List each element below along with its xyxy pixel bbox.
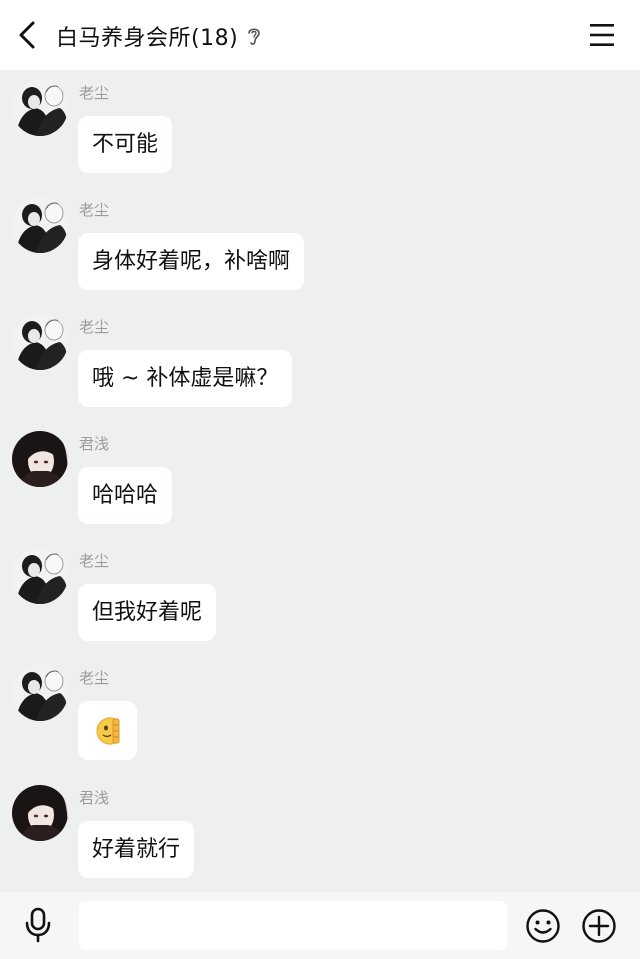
sender-name: 老尘: [79, 318, 110, 336]
message-bubble[interactable]: 好着就行: [78, 821, 195, 878]
ear-icon: [246, 25, 262, 47]
message-bubble[interactable]: 但我好着呢: [78, 584, 217, 641]
sender-name: 君浅: [79, 789, 110, 807]
message-bubble[interactable]: 不可能: [78, 116, 173, 173]
voice-button[interactable]: [22, 907, 54, 943]
sender-name: 君浅: [79, 435, 110, 453]
avatar[interactable]: [12, 80, 68, 136]
sender-name: 老尘: [79, 669, 110, 687]
avatar[interactable]: [12, 197, 68, 253]
avatar[interactable]: [12, 548, 68, 604]
sender-name: 老尘: [79, 84, 110, 102]
plus-circle-icon: [582, 909, 616, 943]
more-button[interactable]: [581, 908, 617, 944]
message-bubble[interactable]: 哈哈哈: [78, 467, 173, 524]
back-button[interactable]: [12, 18, 42, 52]
peeking-face-emoji: [96, 717, 119, 744]
avatar[interactable]: [12, 785, 68, 841]
chat-header: 白马养身会所(18): [0, 0, 640, 70]
sender-name: 老尘: [79, 201, 110, 219]
chat-title-group: 白马养身会所(18): [56, 20, 262, 52]
menu-button[interactable]: [588, 22, 616, 48]
avatar[interactable]: [12, 665, 68, 721]
message-list[interactable]: 老尘 不可能 老尘 身体好着呢，补啥啊 老尘 哦 ~ 补体虚是嘛？ 君浅 哈哈哈…: [0, 70, 640, 892]
chevron-left-icon: [19, 21, 35, 49]
input-bar: [0, 892, 640, 959]
message-input[interactable]: [79, 901, 507, 950]
sender-name: 老尘: [79, 552, 110, 570]
message-bubble[interactable]: 身体好着呢，补啥啊: [78, 233, 305, 290]
emoji-button[interactable]: [525, 908, 561, 944]
message-bubble[interactable]: [78, 701, 137, 760]
microphone-icon: [25, 907, 51, 943]
avatar[interactable]: [12, 431, 68, 487]
message-bubble[interactable]: 哦 ~ 补体虚是嘛？: [78, 350, 293, 407]
avatar[interactable]: [12, 314, 68, 370]
smiley-icon: [526, 909, 560, 943]
hamburger-menu-icon: [590, 24, 614, 46]
chat-title: 白马养身会所(18): [56, 26, 239, 51]
